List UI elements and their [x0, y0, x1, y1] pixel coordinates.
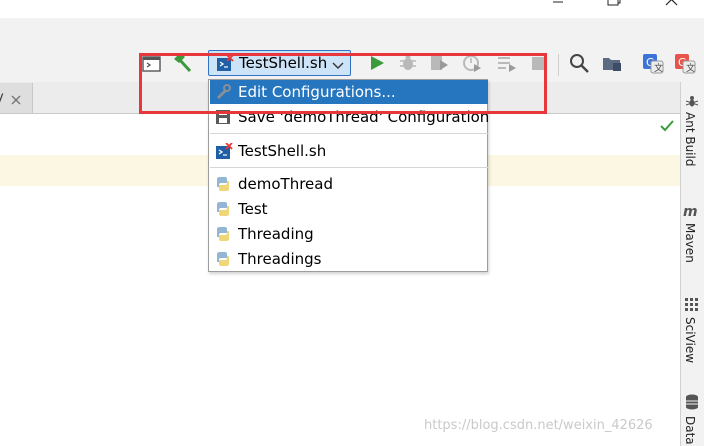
editor-tab[interactable]: y	[0, 83, 33, 113]
ant-icon	[685, 94, 699, 112]
highlight-annotation	[139, 53, 547, 114]
close-tab-icon[interactable]	[11, 94, 21, 109]
menu-item-threadings[interactable]: Threadings	[210, 247, 488, 271]
database-icon	[685, 394, 699, 414]
database-tool[interactable]: Data	[680, 394, 704, 446]
menu-item-label: Threadings	[238, 250, 322, 268]
sciview-tool[interactable]: SciView	[680, 298, 704, 368]
menu-item-label: TestShell.sh	[238, 142, 327, 160]
folder-icon[interactable]	[601, 52, 623, 74]
translate-icon[interactable]: G文	[674, 52, 696, 74]
menu-item-testshell[interactable]: TestShell.sh	[210, 139, 488, 163]
sciview-label: SciView	[683, 317, 697, 364]
window-title-bar	[0, 0, 704, 18]
translate-google-icon[interactable]: G文	[642, 52, 664, 74]
sciview-icon	[685, 298, 699, 315]
maven-tool[interactable]: m Maven	[680, 204, 704, 270]
svg-text:文: 文	[686, 62, 695, 74]
menu-item-label: Test	[238, 200, 268, 218]
ant-build-tool[interactable]: Ant Build	[680, 94, 704, 178]
menu-separator	[210, 133, 488, 134]
checkmark-icon	[660, 120, 674, 136]
menu-item-threading[interactable]: Threading	[210, 222, 488, 246]
menu-separator	[210, 167, 488, 168]
menu-item-demothread[interactable]: demoThread	[210, 172, 488, 196]
python-icon	[215, 176, 231, 196]
menu-item-test[interactable]: Test	[210, 197, 488, 221]
database-label: Data	[683, 416, 697, 445]
maximize-icon[interactable]	[600, 0, 626, 14]
search-icon[interactable]	[569, 52, 591, 74]
python-icon	[215, 201, 231, 221]
watermark: https://blog.csdn.net/weixin_42626	[424, 418, 653, 433]
maven-icon: m	[683, 204, 698, 220]
shell-script-error-icon	[215, 142, 233, 165]
menu-item-label: demoThread	[238, 175, 333, 193]
minimize-icon[interactable]	[545, 0, 571, 14]
python-icon	[215, 226, 231, 246]
close-icon[interactable]	[659, 0, 685, 14]
editor-tab-label: y	[0, 90, 4, 105]
svg-text:文: 文	[654, 62, 663, 74]
maven-label: Maven	[683, 223, 697, 263]
python-icon	[215, 251, 231, 271]
menu-item-label: Threading	[238, 225, 314, 243]
toolbar-divider	[558, 54, 559, 76]
ant-build-label: Ant Build	[683, 112, 697, 167]
menu-bar	[0, 18, 704, 44]
